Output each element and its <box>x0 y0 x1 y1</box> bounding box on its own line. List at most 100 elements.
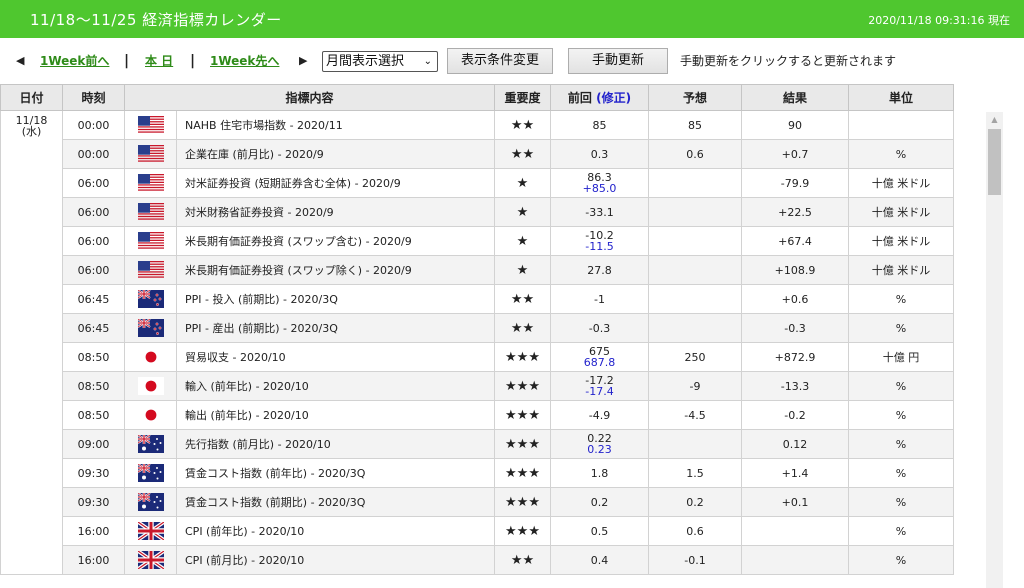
flag-cell <box>124 255 177 285</box>
flag-cell <box>124 168 177 198</box>
previous-cell: 0.3 <box>550 139 649 169</box>
forecast-cell: -9 <box>648 371 742 401</box>
table-row: 08:50 輸出 (前年比) - 2020/10 ★★★ -4.9 -4.5 -0.2% <box>1 400 954 430</box>
table-row: 08:50 貿易収支 - 2020/10 ★★★ 675 687.8 250 +872.9 十… <box>1 342 954 372</box>
importance-stars: ★★★ <box>494 342 551 372</box>
importance-stars: ★★★ <box>494 458 551 488</box>
result-cell: -0.2 <box>741 400 849 430</box>
month-view-select[interactable]: 月間表示選択 ⌄ <box>322 51 438 72</box>
previous-cell: -0.3 <box>550 313 649 343</box>
col-header-forecast: 予想 <box>648 84 742 111</box>
previous-cell: 85 <box>550 110 649 140</box>
table-row: 09:30 賃金コスト指数 (前年比) - 2020/3Q ★★★ 1.8 1.5 +1.… <box>1 458 954 488</box>
flag-cell <box>124 458 177 488</box>
importance-stars: ★ <box>494 168 551 198</box>
flag-cell <box>124 110 177 140</box>
indicator-name: 賃金コスト指数 (前年比) - 2020/3Q <box>176 458 495 488</box>
flag-cell <box>124 516 177 546</box>
table-row: 11/18 (水) 00:00 NAHB 住宅市場指数 - 2020/11 ★★ 85 85… <box>0 110 954 575</box>
time-cell: 06:00 <box>62 255 125 285</box>
prev-arrow-icon[interactable]: ◀ <box>16 44 24 78</box>
indicator-name: 輸出 (前年比) - 2020/10 <box>176 400 495 430</box>
importance-stars: ★★ <box>494 284 551 314</box>
flag-cell <box>124 197 177 227</box>
refresh-hint: 手動更新をクリックすると更新されます <box>680 54 897 68</box>
au-flag-icon <box>136 492 164 511</box>
forecast-cell <box>648 284 742 314</box>
revised-label: (修正) <box>596 91 632 105</box>
result-cell: +108.9 <box>741 255 849 285</box>
time-cell: 06:45 <box>62 313 125 343</box>
forecast-cell: 85 <box>648 110 742 140</box>
importance-stars: ★★★ <box>494 400 551 430</box>
previous-value: 27.8 <box>587 263 612 277</box>
economic-calendar-table: 日付 時刻 指標内容 重要度 前回 (修正) 予想 結果 単位 11/18 (水)… <box>0 84 954 575</box>
time-cell: 00:00 <box>62 139 125 169</box>
forecast-cell: -0.1 <box>648 545 742 575</box>
title-bar: 11/18〜11/25 経済指標カレンダー 2020/11/18 09:31:1… <box>0 0 1024 38</box>
time-cell: 09:00 <box>62 429 125 459</box>
flag-cell <box>124 226 177 256</box>
jp-flag-icon <box>137 377 164 395</box>
previous-cell: 0.22 0.23 <box>550 429 649 459</box>
us-flag-icon <box>137 261 164 279</box>
previous-cell: -4.9 <box>550 400 649 430</box>
importance-stars: ★ <box>494 197 551 227</box>
table-row: 06:00 対米証券投資 (短期証券含む全体) - 2020/9 ★ 86.3 +85.… <box>1 168 954 198</box>
us-flag-icon <box>137 174 164 192</box>
result-cell: +0.6 <box>741 284 849 314</box>
vertical-scrollbar[interactable]: ▲ <box>986 112 1003 588</box>
flag-cell <box>124 139 177 169</box>
table-header-row: 日付 時刻 指標内容 重要度 前回 (修正) 予想 結果 単位 <box>0 84 954 111</box>
filter-settings-button[interactable]: 表示条件変更 <box>447 48 553 74</box>
today-link[interactable]: 本 日 <box>145 44 173 78</box>
flag-cell <box>124 487 177 517</box>
toolbar: ◀ 1Week前へ | 本 日 | 1Week先へ ▶ 月間表示選択 ⌄ 表示条… <box>0 44 1024 78</box>
importance-stars: ★★★ <box>494 429 551 459</box>
manual-refresh-button[interactable]: 手動更新 <box>568 48 668 74</box>
table-row: 08:50 輸入 (前年比) - 2020/10 ★★★ -17.2 -17.4 -9 -1… <box>1 371 954 401</box>
unit-cell: % <box>848 458 954 488</box>
uk-flag-icon <box>136 520 165 542</box>
result-cell: +872.9 <box>741 342 849 372</box>
forecast-cell <box>648 429 742 459</box>
importance-stars: ★★ <box>494 139 551 169</box>
next-week-link[interactable]: 1Week先へ <box>210 44 279 78</box>
col-header-previous: 前回 (修正) <box>550 84 649 111</box>
unit-cell: 十億 米ドル <box>848 226 954 256</box>
us-flag-icon <box>137 232 164 250</box>
indicator-name: 賃金コスト指数 (前期比) - 2020/3Q <box>176 487 495 517</box>
result-cell: +22.5 <box>741 197 849 227</box>
indicator-name: CPI (前年比) - 2020/10 <box>176 516 495 546</box>
importance-stars: ★ <box>494 255 551 285</box>
flag-cell <box>124 429 177 459</box>
unit-cell: % <box>848 139 954 169</box>
result-cell: +0.1 <box>741 487 849 517</box>
previous-value: 1.8 <box>590 466 609 480</box>
table-row: 06:45 PPI - 投入 (前期比) - 2020/3Q ★★ -1 +0.6% <box>1 284 954 314</box>
indicator-name: 米長期有価証券投資 (スワップ含む) - 2020/9 <box>176 226 495 256</box>
forecast-cell: -4.5 <box>648 400 742 430</box>
forecast-cell <box>648 313 742 343</box>
previous-value: -4.9 <box>588 408 611 422</box>
time-cell: 16:00 <box>62 516 125 546</box>
time-cell: 08:50 <box>62 342 125 372</box>
col-header-indicator: 指標内容 <box>124 84 495 111</box>
revised-value: +85.0 <box>582 182 617 195</box>
time-cell: 08:50 <box>62 400 125 430</box>
table-row: 09:30 賃金コスト指数 (前期比) - 2020/3Q ★★★ 0.2 0.2 +0.… <box>1 487 954 517</box>
next-arrow-icon[interactable]: ▶ <box>299 44 307 78</box>
indicator-name: 米長期有価証券投資 (スワップ除く) - 2020/9 <box>176 255 495 285</box>
indicator-name: PPI - 産出 (前期比) - 2020/3Q <box>176 313 495 343</box>
result-cell: +0.7 <box>741 139 849 169</box>
us-flag-icon <box>137 116 164 134</box>
scrollbar-thumb[interactable] <box>988 129 1001 195</box>
previous-value: 0.5 <box>590 524 609 538</box>
col-header-time: 時刻 <box>62 84 125 111</box>
forecast-cell: 250 <box>648 342 742 372</box>
au-flag-icon <box>136 463 164 482</box>
scroll-up-icon[interactable]: ▲ <box>986 112 1003 127</box>
flag-cell <box>124 284 177 314</box>
indicator-name: 貿易収支 - 2020/10 <box>176 342 495 372</box>
prev-week-link[interactable]: 1Week前へ <box>40 44 109 78</box>
